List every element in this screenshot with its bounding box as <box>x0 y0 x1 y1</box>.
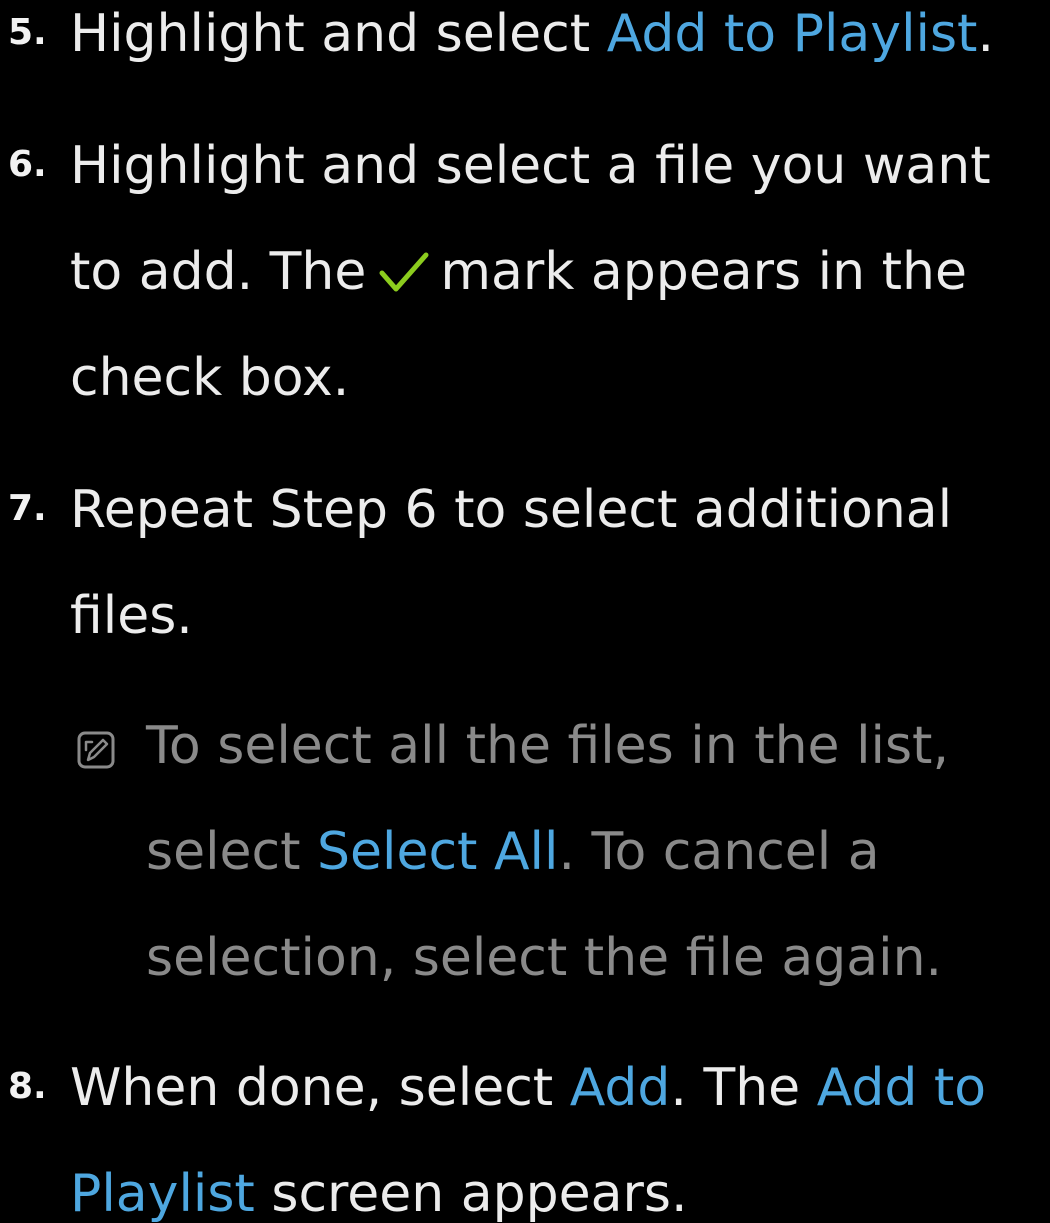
step-7-line-2: files. <box>70 586 193 646</box>
step-8-text-pre: When done, select <box>70 1058 570 1118</box>
step-6-line-3: check box. <box>70 348 350 408</box>
add-to-playlist-link-part-1: Add to <box>816 1058 987 1118</box>
check-mark-icon <box>379 252 429 292</box>
step-6-line-1: Highlight and select a file you want <box>70 136 991 196</box>
step-6-text-post: mark appears in the <box>440 242 967 302</box>
note-line-1: To select all the files in the list, <box>146 716 949 776</box>
step-6-line-2: to add. The mark appears in the <box>70 246 967 298</box>
note-text-post: . To cancel a <box>558 822 880 882</box>
note-icon <box>77 731 115 769</box>
select-all-link: Select All <box>317 822 559 882</box>
step-number: 6. <box>8 144 47 185</box>
add-to-playlist-link: Add to Playlist <box>606 4 978 64</box>
step-5-line-1: Highlight and select Add to Playlist. <box>70 8 994 60</box>
add-link: Add <box>569 1058 671 1118</box>
step-5-text: Highlight and select <box>70 4 607 64</box>
step-8-line-2: Playlist screen appears. <box>70 1168 687 1220</box>
step-8-text-mid: . The <box>670 1058 817 1118</box>
note-text-pre: select <box>146 822 318 882</box>
add-to-playlist-link-part-2: Playlist <box>70 1164 255 1223</box>
step-number: 7. <box>8 488 47 529</box>
step-number: 8. <box>8 1066 47 1107</box>
step-number: 5. <box>8 12 47 53</box>
note-line-2: select Select All. To cancel a <box>146 826 880 878</box>
step-8-text-post: screen appears. <box>254 1164 688 1223</box>
step-8-line-1: When done, select Add. The Add to <box>70 1062 986 1114</box>
note-line-3: selection, select the file again. <box>146 928 943 988</box>
step-6-text-pre: to add. The <box>70 242 367 302</box>
step-7-line-1: Repeat Step 6 to select additional <box>70 480 953 540</box>
step-5-period: . <box>977 4 994 64</box>
